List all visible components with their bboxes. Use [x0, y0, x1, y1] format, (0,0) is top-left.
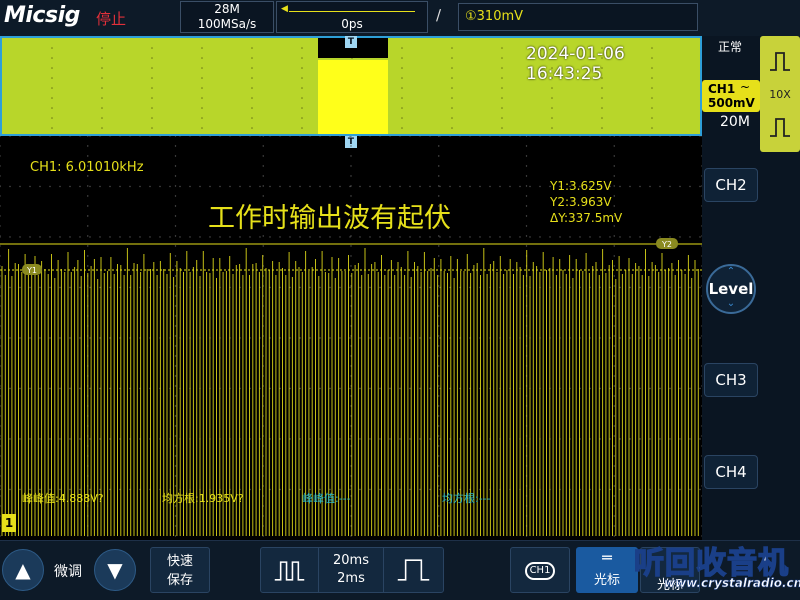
ch1-vertical-scale: 500mV	[708, 96, 755, 110]
cursor-y2-value: Y2:3.963V	[550, 195, 612, 209]
brand-logo: Micsig	[4, 3, 80, 28]
frequency-readout: CH1: 6.01010kHz	[30, 160, 144, 175]
watermark: 听回收音机 www.crystalradio.cn	[633, 536, 800, 600]
cursor-delta-value: ΔY:337.5mV	[550, 211, 623, 225]
horizontal-position[interactable]: ◀ 0ps	[276, 1, 428, 33]
arrow-left-icon: ◀	[281, 4, 288, 14]
trigger-info[interactable]: ①310mV	[458, 3, 698, 31]
timebase-secondary: 2ms	[337, 571, 365, 586]
rising-edge-icon[interactable]: ∕	[436, 6, 441, 24]
cursor-horizontal-button[interactable]: ═ 光标	[576, 547, 638, 593]
channel-select-label: CH1	[525, 562, 555, 580]
ch2-button[interactable]: CH2	[704, 168, 758, 202]
cursor-readout: Y1:3.625V Y2:3.963V ΔY:337.5mV	[550, 178, 622, 226]
svg-text:Y1: Y1	[26, 266, 37, 275]
cursor-label: 光标	[593, 573, 620, 588]
fine-up-button[interactable]: ▲	[2, 549, 44, 591]
cursor-y2-tag[interactable]: Y2	[656, 238, 678, 249]
timebase-values: 20ms 2ms	[319, 552, 383, 588]
horizontal-cursor-icon: ═	[602, 548, 612, 567]
timebase-primary: 20ms	[333, 553, 369, 568]
measurement-peak-to-peak-2[interactable]: 峰峰值:---	[302, 490, 351, 506]
top-status-bar: Micsig 停止 28M 100MSa/s ◀ 0ps ∕ ①310mV	[0, 0, 800, 36]
user-annotation: 工作时输出波有起伏	[208, 203, 451, 234]
waveform-overview[interactable]: 2024-01-06 16:43:25	[0, 36, 702, 136]
measurement-peak-to-peak[interactable]: 峰峰值:4.888V?	[22, 490, 104, 506]
svg-text:Y2: Y2	[661, 240, 672, 249]
narrow-pulse-icon	[274, 561, 305, 581]
cursor-y1-value: Y1:3.625V	[550, 179, 612, 193]
pulse-up-icon[interactable]	[768, 50, 792, 72]
quick-save-label-1: 快速	[166, 554, 193, 569]
measurement-rms-2[interactable]: 均方根:---	[442, 490, 491, 506]
overview-zoom-window[interactable]	[318, 60, 388, 134]
run-stop-status[interactable]: 停止	[96, 8, 126, 29]
wide-pulse-icon	[397, 559, 430, 581]
trigger-position-marker-icon[interactable]: T	[345, 36, 357, 48]
timebase-decrease-button[interactable]	[261, 548, 319, 592]
memory-depth: 28M	[214, 2, 240, 16]
chevron-up-icon: ⌃	[726, 266, 736, 277]
ch3-button[interactable]: CH3	[704, 363, 758, 397]
ch1-bandwidth-limit[interactable]: 20M	[720, 114, 750, 130]
waveform-display[interactable]: 2024-01-06 16:43:25 T T Y1 Y2 CH1: 6.010…	[0, 36, 702, 540]
datetime-display: 2024-01-06 16:43:25	[526, 44, 625, 84]
level-label: Level	[708, 280, 754, 298]
probe-ratio[interactable]: 10X	[760, 88, 800, 101]
sample-rate: 100MSa/s	[197, 17, 257, 31]
channel-select-button[interactable]: CH1	[510, 547, 570, 593]
timebase-increase-button[interactable]	[383, 548, 443, 592]
channel-panel: 正常 CH1 ~ 500mV 20M 10X CH2 ⌃ Level ⌄ CH3…	[702, 36, 800, 540]
horizontal-offset: 0ps	[341, 17, 363, 31]
chevron-down-icon: ⌄	[726, 298, 736, 309]
fine-adjust-label: 微调	[54, 564, 82, 580]
trigger-mode[interactable]: 正常	[718, 38, 742, 55]
probe-panel: 10X	[760, 36, 800, 152]
quick-save-label-2: 保存	[166, 573, 193, 588]
acquisition-info[interactable]: 28M 100MSa/s	[180, 1, 274, 33]
level-knob[interactable]: ⌃ Level ⌄	[706, 264, 756, 314]
pulse-down-icon[interactable]	[768, 116, 792, 138]
ch1-label: CH1	[708, 82, 736, 96]
quick-save-button[interactable]: 快速 保存	[150, 547, 210, 593]
ac-coupling-icon: ~	[740, 80, 751, 94]
triangle-down-icon: ▼	[107, 558, 123, 582]
ch1-settings-button[interactable]: CH1 ~ 500mV	[702, 80, 760, 112]
watermark-url: www.crystalradio.cn	[664, 576, 800, 591]
trigger-level: ①310mV	[465, 9, 524, 24]
measurement-rms[interactable]: 均方根:1.935V?	[162, 490, 244, 506]
timebase-control: 20ms 2ms	[260, 547, 444, 593]
fine-down-button[interactable]: ▼	[94, 549, 136, 591]
triangle-up-icon: ▲	[15, 558, 31, 582]
ch1-ground-marker[interactable]: 1	[2, 514, 16, 532]
cursor-y1-tag[interactable]: Y1	[22, 264, 42, 275]
record-window-line	[289, 11, 415, 12]
ch4-button[interactable]: CH4	[704, 455, 758, 489]
